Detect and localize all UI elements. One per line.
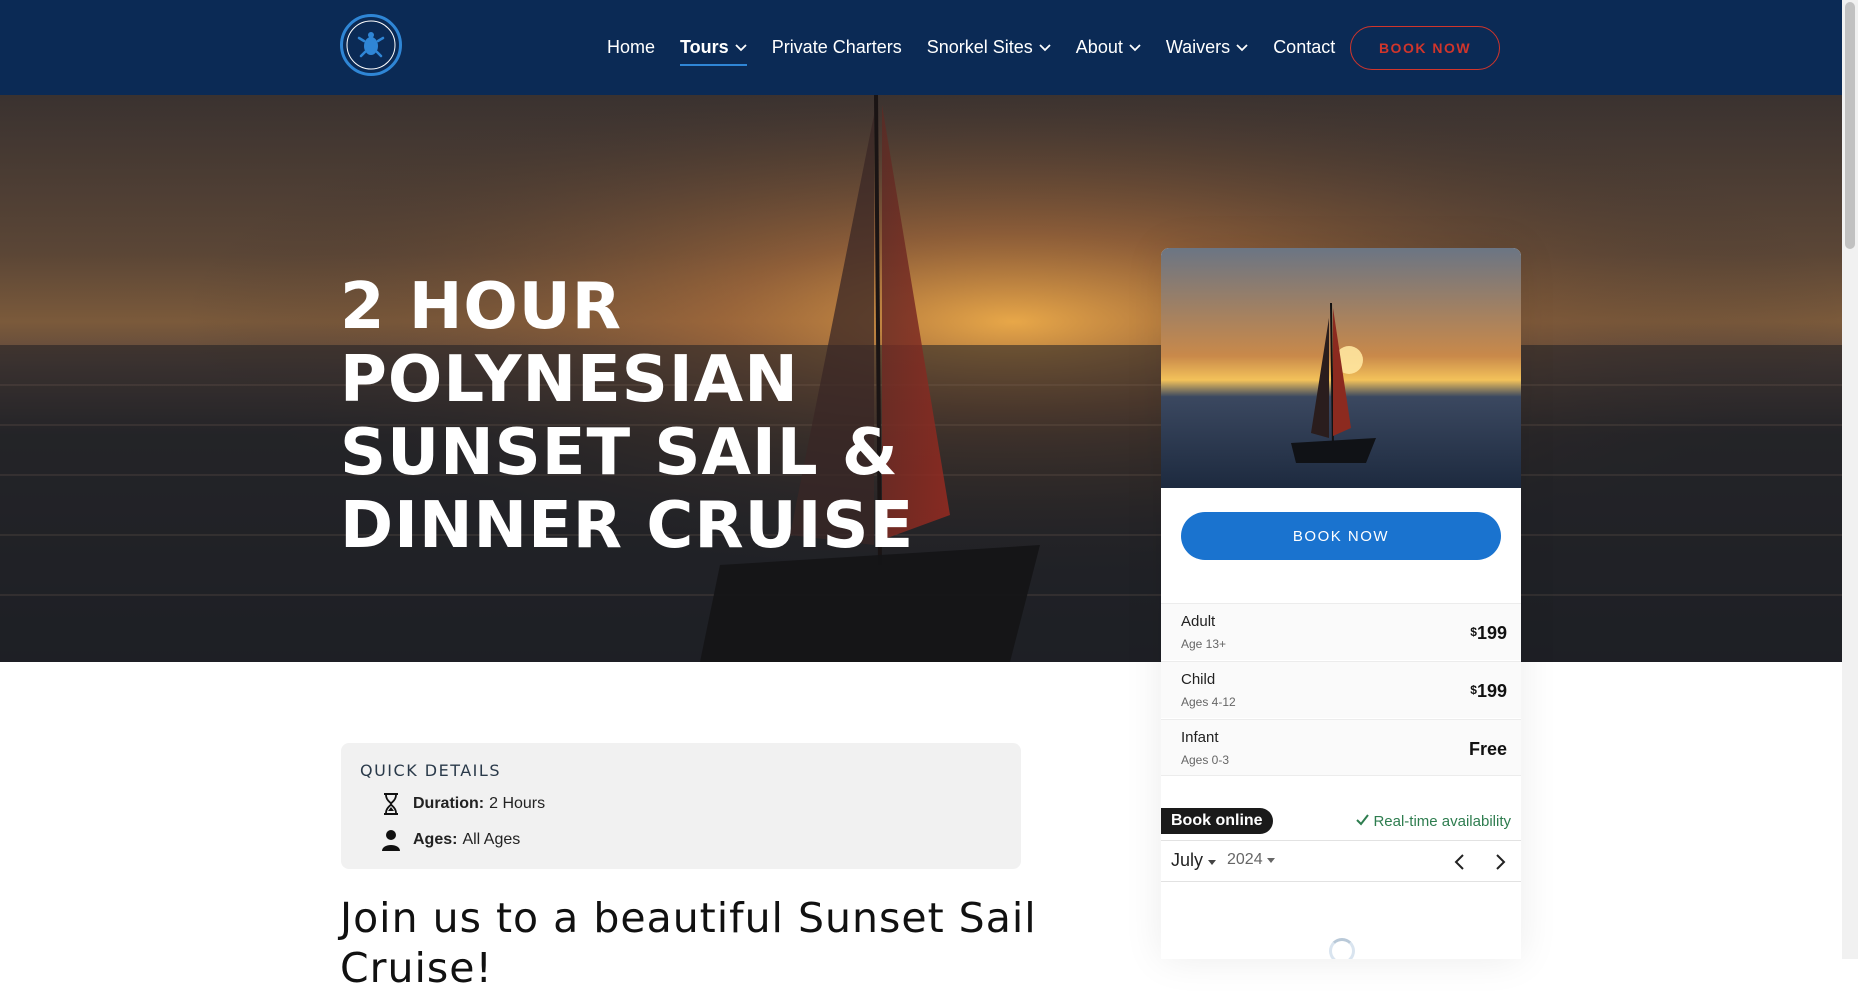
tour-photo xyxy=(1161,248,1521,488)
price-amount: Free xyxy=(1468,739,1507,759)
chevron-down-icon xyxy=(1129,43,1141,51)
intro-heading: Join us to a beautiful Sunset Sail Cruis… xyxy=(340,894,1037,992)
main-nav: Home Tours Private Charters Snorkel Site… xyxy=(607,0,1360,95)
page-title: 2 HOUR POLYNESIAN SUNSET SAIL & DINNER C… xyxy=(340,271,1060,563)
site-header: Home Tours Private Charters Snorkel Site… xyxy=(0,0,1842,95)
book-now-label: BOOK NOW xyxy=(1292,527,1390,545)
nav-waivers-label: Waivers xyxy=(1165,37,1231,57)
nav-contact-label: Contact xyxy=(1273,37,1336,57)
nav-about[interactable]: About xyxy=(1076,37,1141,58)
scrollbar-thumb[interactable] xyxy=(1845,2,1855,249)
price-age-range: Age 13+ xyxy=(1181,637,1227,651)
chevron-down-icon xyxy=(1039,43,1051,51)
price-label: Child xyxy=(1181,671,1216,688)
caret-down-icon xyxy=(1267,858,1276,863)
title-line-1: 2 HOUR POLYNESIAN xyxy=(340,270,799,417)
month-value: July xyxy=(1171,850,1204,870)
checkmark-icon xyxy=(1356,814,1370,826)
chevron-down-icon xyxy=(735,43,747,51)
price-row-infant: Infant Ages 0-3 Free xyxy=(1161,719,1521,776)
nav-waivers[interactable]: Waivers xyxy=(1166,37,1248,58)
price-age-range: Ages 4-12 xyxy=(1181,695,1236,709)
chevron-right-icon[interactable] xyxy=(1489,851,1511,873)
turtle-logo-icon xyxy=(346,20,396,70)
title-line-3: DINNER CRUISE xyxy=(340,489,915,563)
quick-details-title: QUICK DETAILS xyxy=(360,761,501,780)
header-book-now-label: BOOK NOW xyxy=(1378,40,1472,56)
price-label: Infant xyxy=(1181,729,1219,746)
person-icon xyxy=(382,830,400,851)
title-line-2: SUNSET SAIL & xyxy=(340,416,899,490)
nav-home[interactable]: Home xyxy=(607,37,655,58)
year-value: 2024 xyxy=(1227,851,1263,868)
book-online-label: Book online xyxy=(1171,812,1263,829)
detail-label: Ages: xyxy=(413,831,458,848)
loading-spinner xyxy=(1329,938,1355,959)
nav-home-label: Home xyxy=(607,37,656,57)
book-now-button[interactable]: BOOK NOW xyxy=(1181,512,1501,560)
realtime-availability: Real-time availability xyxy=(1356,813,1511,830)
booking-card: BOOK NOW Adult Age 13+ $199 Child Ages 4… xyxy=(1161,248,1521,959)
chevron-left-icon[interactable] xyxy=(1449,851,1471,873)
nav-private-charters-label: Private Charters xyxy=(771,37,902,57)
chevron-down-icon xyxy=(1236,43,1248,51)
nav-tours[interactable]: Tours xyxy=(680,37,747,66)
price-value: $199 xyxy=(1470,681,1507,702)
price-age-range: Ages 0-3 xyxy=(1181,753,1230,767)
quick-details-box: QUICK DETAILS Duration: 2 Hours Ages: Al… xyxy=(341,743,1021,869)
header-book-now-button[interactable]: BOOK NOW xyxy=(1350,26,1500,70)
nav-about-label: About xyxy=(1075,37,1123,57)
nav-snorkel-sites-label: Snorkel Sites xyxy=(926,37,1033,57)
month-select[interactable]: July xyxy=(1171,850,1217,871)
nav-tours-label: Tours xyxy=(680,37,729,57)
detail-label: Duration: xyxy=(413,795,485,812)
detail-ages: Ages: All Ages xyxy=(381,829,520,851)
nav-private-charters[interactable]: Private Charters xyxy=(772,37,902,58)
detail-value: All Ages xyxy=(462,831,521,848)
realtime-label: Real-time availability xyxy=(1373,813,1511,830)
calendar-header: July 2024 xyxy=(1161,840,1521,882)
price-row-child: Child Ages 4-12 $199 xyxy=(1161,661,1521,718)
nav-contact[interactable]: Contact xyxy=(1273,37,1335,58)
price-value: Free xyxy=(1469,739,1507,760)
price-value: $199 xyxy=(1470,623,1507,644)
currency-symbol: $ xyxy=(1470,683,1477,697)
detail-value: 2 Hours xyxy=(489,795,546,812)
caret-down-icon xyxy=(1208,860,1217,865)
price-amount: 199 xyxy=(1476,623,1507,643)
book-online-badge: Book online xyxy=(1161,808,1273,834)
price-row-adult: Adult Age 13+ $199 xyxy=(1161,603,1521,660)
nav-snorkel-sites[interactable]: Snorkel Sites xyxy=(927,37,1051,58)
year-select[interactable]: 2024 xyxy=(1227,851,1276,869)
detail-duration: Duration: 2 Hours xyxy=(381,793,545,815)
hourglass-icon xyxy=(384,793,398,815)
site-logo[interactable] xyxy=(340,14,402,76)
price-amount: 199 xyxy=(1476,681,1507,701)
hero-banner: 2 HOUR POLYNESIAN SUNSET SAIL & DINNER C… xyxy=(0,95,1842,662)
page-scrollbar[interactable] xyxy=(1842,0,1858,959)
currency-symbol: $ xyxy=(1470,625,1477,639)
price-label: Adult xyxy=(1181,613,1216,630)
